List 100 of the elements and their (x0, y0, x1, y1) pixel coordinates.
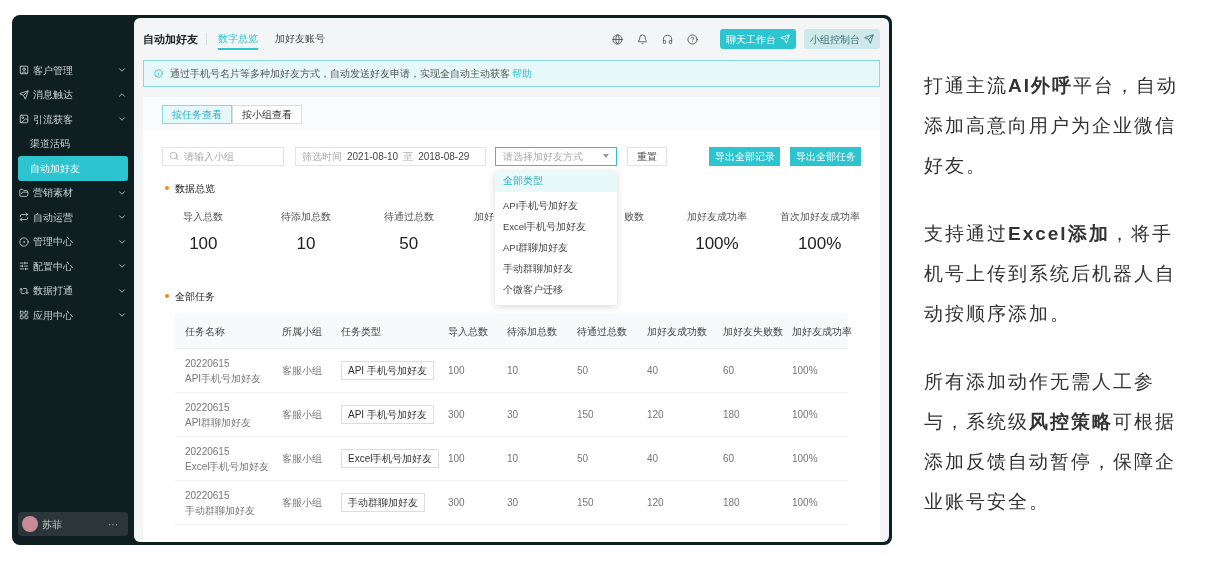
stat-label: 待通过总数 (383, 210, 434, 224)
table-cell: 20220615 手动群聊加好友 (185, 489, 255, 516)
sidebar-item[interactable]: 数据打通 (18, 278, 128, 303)
dropdown-triangle-icon (603, 154, 609, 158)
table-cell: 20220615 API手机号加好友 (185, 357, 262, 384)
table-cell: 120 (647, 409, 664, 420)
column-header: 待通过总数 (577, 324, 628, 339)
stat-label: 加好 (474, 210, 495, 224)
sidebar-item[interactable]: 客户管理 (18, 58, 128, 83)
table-cell: 客服小组 (282, 409, 322, 420)
dropdown-option[interactable]: API群聊加好友 (495, 237, 617, 259)
stat-value: 100 (189, 233, 218, 255)
table-cell: 客服小组 (282, 497, 322, 508)
promo-paragraph: 打通主流AI外呼平台，自动添加高意向用户为企业微信好友。 (924, 74, 1179, 178)
bell-icon[interactable] (637, 33, 648, 45)
table-cell: 30 (507, 409, 519, 420)
table-cell: 300 (448, 409, 465, 420)
column-header: 导入总数 (448, 324, 489, 339)
dropdown-option[interactable]: 手动群聊加好友 (495, 258, 617, 280)
table-cell: 100% (792, 365, 818, 376)
column-header: 加好友失败数 (723, 324, 784, 339)
header-tab[interactable]: 加好友账号 (275, 28, 325, 50)
table-cell: 100% (792, 453, 818, 464)
column-header: 所属小组 (282, 324, 323, 339)
table-cell: 100% (792, 497, 818, 508)
sidebar-item[interactable]: 自动运营 (18, 205, 128, 230)
promo-paragraph: 所有添加动作无需人工参与，系统级风控策略可根据添加反馈自动暂停，保障企业账号安全。 (924, 370, 1177, 514)
send-icon (780, 34, 790, 44)
table-cell: 客服小组 (282, 453, 322, 464)
table-cell: 客服小组 (282, 365, 322, 376)
section-title: 全部任务 (175, 289, 215, 304)
table-cell: 100% (792, 409, 818, 420)
date-range-field[interactable]: 筛选时间 2021-08-10 至 2018-08-29 (295, 146, 486, 166)
user-card[interactable]: 苏菲 ··· (18, 512, 128, 536)
column-header: 任务类型 (341, 324, 382, 339)
help-icon[interactable] (687, 33, 698, 45)
stat-value: 100% (797, 233, 842, 255)
sidebar-icon (19, 285, 29, 296)
sidebar-item[interactable]: 引流获客 (18, 107, 128, 132)
sidebar-icon (19, 187, 29, 198)
search-icon (169, 151, 179, 161)
table-cell: 50 (577, 365, 589, 376)
table-cell: 150 (577, 409, 594, 420)
page-title: 自动加好友 (143, 33, 207, 45)
table-cell: 300 (448, 497, 465, 508)
table-cell: 60 (723, 365, 735, 376)
sidebar-item[interactable]: 管理中心 (18, 229, 128, 254)
table-cell: 100 (448, 453, 465, 464)
reset-button[interactable]: 重置 (627, 146, 667, 166)
sidebar-subitem[interactable]: 渠道活码 (18, 131, 128, 156)
column-header: 加好友成功率 (792, 324, 853, 339)
section-bullet-icon (165, 186, 169, 190)
column-header: 任务名称 (185, 324, 226, 339)
promo-paragraph: 支持通过Excel添加，将手机号上传到系统后机器人自动按顺序添加。 (924, 222, 1177, 326)
header-button[interactable]: 小组控制台 (804, 29, 880, 49)
headset-icon[interactable] (662, 33, 673, 45)
table-cell: 10 (507, 365, 519, 376)
sidebar-icon (19, 236, 29, 247)
dropdown-option[interactable]: Excel手机号加好友 (495, 216, 617, 238)
section-bullet-icon (165, 294, 169, 298)
sidebar-item[interactable]: 营销素材 (18, 180, 128, 205)
avatar (22, 516, 38, 532)
type-tag: Excel手机号加好友 (341, 449, 440, 468)
column-header: 待添加总数 (507, 324, 558, 339)
sidebar-icon (19, 212, 29, 223)
table-cell: 20220615 API群聊加好友 (185, 401, 252, 428)
sidebar-item[interactable]: 配置中心 (18, 254, 128, 279)
globe-icon[interactable] (612, 33, 623, 45)
table-cell: 60 (723, 453, 735, 464)
table-cell: 40 (647, 453, 659, 464)
table-cell: 40 (647, 365, 659, 376)
view-toggle[interactable]: 按小组查看 (232, 104, 302, 124)
sidebar-item[interactable]: 应用中心 (18, 303, 128, 328)
stat-label: 加好友成功率 (686, 210, 747, 224)
more-button[interactable]: ··· (108, 516, 124, 532)
stat-label: 首次加好友成功率 (779, 210, 860, 224)
table-cell: 120 (647, 497, 664, 508)
sidebar-icon (19, 261, 29, 272)
info-icon (154, 69, 163, 78)
dropdown-option[interactable]: 个微客户迁移 (495, 279, 617, 301)
sidebar-icon (19, 89, 29, 100)
stat-value: 50 (399, 233, 419, 255)
table-cell: 180 (723, 497, 740, 508)
dropdown-option[interactable]: API手机号加好友 (495, 195, 617, 217)
sidebar-icon (19, 310, 29, 321)
send-icon (864, 34, 874, 44)
table-cell: 20220615 Excel手机号加好友 (185, 445, 270, 472)
column-header: 加好友成功数 (647, 324, 708, 339)
sidebar-icon (19, 65, 29, 76)
notice-text: 通过手机号名片等多种加好友方式，自动发送好友申请，实现全自动主动获客 (170, 67, 510, 81)
stat-label: 导入总数 (183, 210, 224, 224)
sidebar-item[interactable]: 消息触达 (18, 82, 128, 107)
table-cell: 30 (507, 497, 519, 508)
stat-value: 100% (695, 233, 739, 255)
type-tag: 手动群聊加好友 (341, 493, 425, 512)
section-title: 数据总览 (175, 181, 215, 196)
sidebar-icon (19, 114, 29, 125)
user-name: 苏菲 (42, 517, 63, 532)
table-cell: 10 (507, 453, 519, 464)
table-cell: 100 (448, 365, 465, 376)
